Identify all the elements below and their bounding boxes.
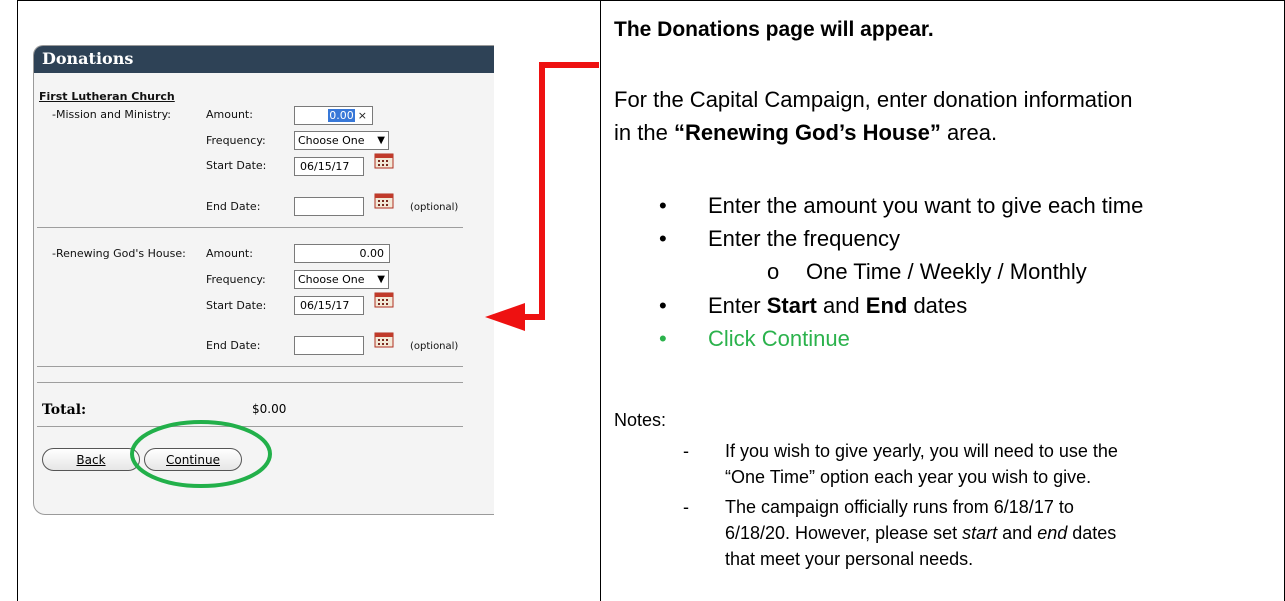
note2-line2: 6/18/20. However, please set start and e… bbox=[725, 523, 1116, 544]
text-span: area. bbox=[940, 120, 998, 145]
fund2-end-date-input[interactable] bbox=[294, 336, 364, 355]
fund1-optional-text: (optional) bbox=[410, 202, 459, 213]
divider bbox=[37, 366, 463, 367]
chevron-down-icon: ▼ bbox=[377, 135, 385, 146]
step-enter-frequency: Enter the frequency bbox=[708, 226, 901, 251]
text-span: in the bbox=[614, 120, 674, 145]
instructions-paragraph-line2: in the “Renewing God’s House” area. bbox=[614, 120, 997, 146]
text-span: 6/18/20. However, please set bbox=[725, 523, 963, 543]
donations-header-bar: Donations bbox=[34, 46, 494, 73]
table-column-divider bbox=[600, 0, 601, 601]
instructions-heading: The Donations page will appear. bbox=[614, 18, 934, 41]
total-label: Total: bbox=[42, 402, 87, 418]
note2-line1: The campaign officially runs from 6/18/1… bbox=[725, 497, 1074, 517]
fund1-frequency-value: Choose One bbox=[298, 134, 365, 147]
table-left-border bbox=[17, 0, 18, 601]
fund2-frequency-select[interactable]: Choose One ▼ bbox=[294, 270, 389, 289]
note-dash: - bbox=[683, 497, 689, 517]
fund2-frequency-label: Frequency: bbox=[206, 273, 266, 286]
fund-renewing-label: -Renewing God's House: bbox=[52, 247, 186, 260]
fund1-amount-value: 0.00 bbox=[328, 109, 355, 122]
bullet-dot: • bbox=[659, 326, 667, 351]
fund1-end-date-input[interactable] bbox=[294, 197, 364, 216]
red-pointer-arrow bbox=[485, 62, 599, 331]
fund1-amount-label: Amount: bbox=[206, 108, 253, 121]
fund2-amount-label: Amount: bbox=[206, 247, 253, 260]
org-name: First Lutheran Church bbox=[39, 90, 175, 103]
fund1-frequency-label: Frequency: bbox=[206, 134, 266, 147]
fund2-start-date-input[interactable]: 06/15/17 bbox=[294, 296, 364, 315]
calendar-icon[interactable] bbox=[374, 332, 394, 348]
fund2-amount-input[interactable]: 0.00 bbox=[294, 244, 390, 263]
donations-title: Donations bbox=[42, 49, 134, 68]
text-span: and bbox=[997, 523, 1038, 543]
fund2-frequency-value: Choose One bbox=[298, 273, 365, 286]
divider bbox=[37, 382, 463, 383]
step-frequency-options: One Time / Weekly / Monthly bbox=[806, 259, 1087, 284]
step-click-continue: Click Continue bbox=[708, 326, 850, 351]
note-dash: - bbox=[683, 441, 689, 461]
text-span: dates bbox=[907, 293, 968, 318]
fund2-end-label: End Date: bbox=[206, 339, 261, 352]
notes-label: Notes: bbox=[614, 410, 667, 430]
start-italic: start bbox=[962, 523, 998, 543]
step-enter-amount: Enter the amount you want to give each t… bbox=[708, 193, 1144, 218]
instructions-paragraph-line1: For the Capital Campaign, enter donation… bbox=[614, 87, 1133, 112]
renewing-gods-house-emphasis: “Renewing God’s House” bbox=[673, 120, 941, 145]
calendar-icon[interactable] bbox=[374, 292, 394, 308]
bullet-dot: • bbox=[659, 193, 667, 218]
total-value: $0.00 bbox=[252, 402, 287, 416]
table-top-border bbox=[17, 0, 1285, 1]
sub-bullet-o: o bbox=[767, 259, 780, 284]
bullet-dot: • bbox=[659, 293, 667, 318]
step-enter-dates: Enter Start and End dates bbox=[708, 293, 967, 319]
text-span: dates bbox=[1067, 523, 1117, 543]
continue-highlight-circle bbox=[130, 420, 272, 488]
clear-icon[interactable]: × bbox=[358, 109, 367, 122]
start-emphasis: Start bbox=[766, 293, 817, 318]
fund1-start-label: Start Date: bbox=[206, 159, 267, 172]
end-italic: end bbox=[1037, 523, 1068, 543]
fund1-start-date-input[interactable]: 06/15/17 bbox=[294, 157, 364, 176]
fund1-amount-input[interactable]: 0.00 × bbox=[294, 106, 373, 125]
note2-line3: that meet your personal needs. bbox=[725, 549, 974, 569]
note1-line1: If you wish to give yearly, you will nee… bbox=[725, 441, 1118, 461]
chevron-down-icon: ▼ bbox=[377, 274, 385, 285]
back-button[interactable]: Back bbox=[42, 448, 140, 471]
divider bbox=[37, 227, 463, 228]
fund1-frequency-select[interactable]: Choose One ▼ bbox=[294, 131, 389, 150]
text-span: Enter bbox=[708, 293, 767, 318]
fund-mission-label: -Mission and Ministry: bbox=[52, 108, 171, 121]
back-button-label: Back bbox=[76, 453, 106, 467]
fund2-optional-text: (optional) bbox=[410, 341, 459, 352]
note1-line2: “One Time” option each year you wish to … bbox=[725, 467, 1092, 487]
fund2-start-label: Start Date: bbox=[206, 299, 267, 312]
calendar-icon[interactable] bbox=[374, 193, 394, 209]
text-span: and bbox=[816, 293, 866, 318]
bullet-dot: • bbox=[659, 226, 667, 251]
end-emphasis: End bbox=[865, 293, 908, 318]
fund1-end-label: End Date: bbox=[206, 200, 261, 213]
calendar-icon[interactable] bbox=[374, 153, 394, 169]
